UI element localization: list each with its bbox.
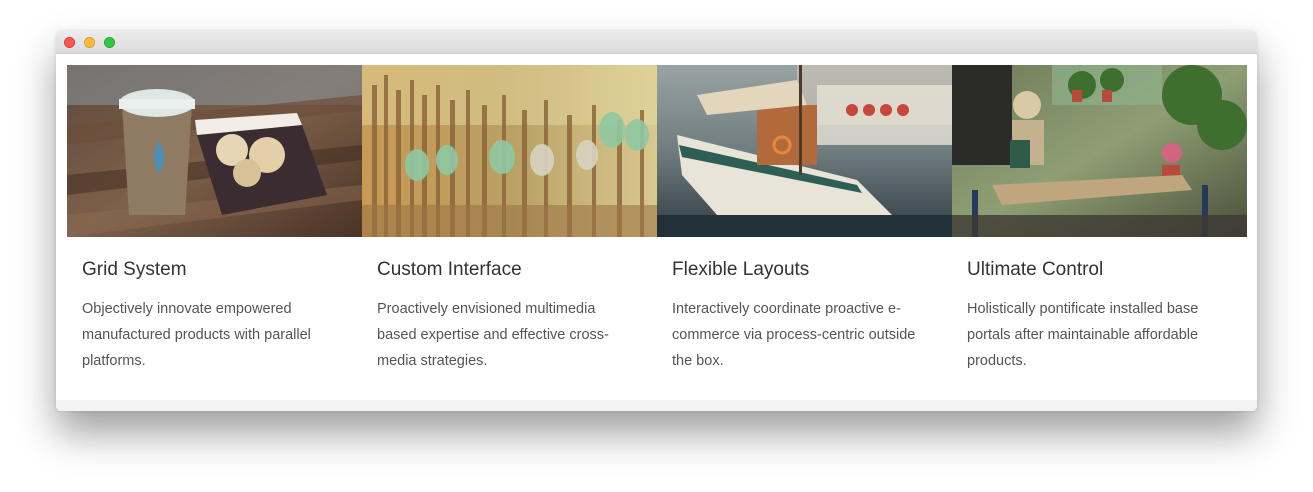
feature-title: Grid System	[82, 259, 187, 280]
zoom-window-button[interactable]	[104, 37, 115, 48]
feature-description: Interactively coordinate proactive e-com…	[672, 301, 916, 369]
feature-card-ultimate-control: Ultimate Control Holistically pontificat…	[952, 65, 1247, 374]
window-bottom-strip	[56, 400, 1257, 411]
features-section: Grid System Objectively innovate empower…	[56, 54, 1257, 411]
browser-window: Grid System Objectively innovate empower…	[56, 31, 1257, 411]
feature-description: Proactively envisioned multimedia based …	[377, 301, 609, 369]
sailboat-harbor-photo	[657, 65, 952, 237]
coffee-cup-macarons-photo	[67, 65, 362, 237]
feature-title: Custom Interface	[377, 259, 522, 280]
fence-bottles-photo	[362, 65, 657, 237]
feature-description: Objectively innovate empowered manufactu…	[82, 301, 311, 369]
feature-card-grid-system: Grid System Objectively innovate empower…	[67, 65, 362, 374]
feature-title: Flexible Layouts	[672, 259, 810, 280]
close-window-button[interactable]	[64, 37, 75, 48]
feature-card-flexible-layouts: Flexible Layouts Interactively coordinat…	[657, 65, 952, 374]
feature-description: Holistically pontificate installed base …	[967, 301, 1199, 369]
feature-card-custom-interface: Custom Interface Proactively envisioned …	[362, 65, 657, 374]
feature-title: Ultimate Control	[967, 259, 1104, 280]
street-cafe-photo	[952, 65, 1247, 237]
window-titlebar	[56, 31, 1257, 54]
minimize-window-button[interactable]	[84, 37, 95, 48]
